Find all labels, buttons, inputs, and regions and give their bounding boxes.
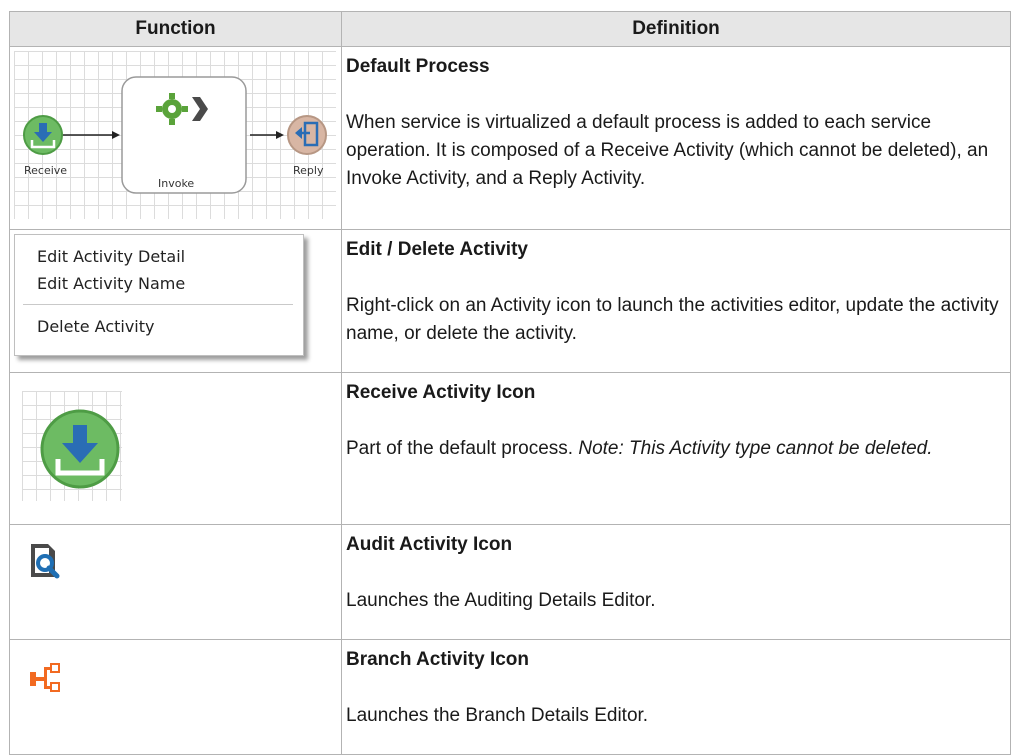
row-title: Edit / Delete Activity [346, 239, 528, 260]
reply-label: Reply [293, 164, 324, 177]
audit-activity-icon [31, 544, 60, 579]
branch-activity-icon [30, 663, 60, 692]
invoke-label: Invoke [158, 177, 195, 190]
context-menu-cell: Edit Activity Detail Edit Activity Name … [9, 229, 342, 373]
audit-icon-cell [9, 524, 342, 640]
menu-item-edit-activity-detail[interactable]: Edit Activity Detail [37, 247, 185, 266]
branch-icon-cell [9, 639, 342, 755]
audit-activity-definition: Audit Activity Icon Launches the Auditin… [341, 524, 1011, 640]
activity-context-menu: Edit Activity Detail Edit Activity Name … [14, 234, 304, 356]
edit-delete-definition: Edit / Delete Activity Right-click on an… [341, 229, 1011, 373]
default-process-definition: Default Process When service is virtuali… [341, 46, 1011, 230]
table-row: Receive Invoke Reply Default Process Whe… [9, 46, 1011, 230]
definition-column-header: Definition [341, 11, 1011, 47]
flow-arrow-receive-invoke [62, 131, 120, 139]
table-row: Edit Activity Detail Edit Activity Name … [9, 229, 1011, 373]
row-title: Receive Activity Icon [346, 382, 536, 403]
table-row: Receive Activity Icon Part of the defaul… [9, 372, 1011, 525]
row-title: Audit Activity Icon [346, 534, 513, 555]
flow-arrow-invoke-reply [250, 131, 284, 139]
row-description-text: Part of the default process. [346, 438, 574, 459]
default-process-diagram [23, 76, 327, 194]
receive-activity-definition: Receive Activity Icon Part of the defaul… [341, 372, 1011, 525]
default-process-diagram-cell: Receive Invoke Reply [9, 46, 342, 230]
menu-separator [23, 304, 293, 305]
receive-icon-cell [9, 372, 342, 525]
row-note: Note: This Activity type cannot be delet… [578, 438, 933, 459]
row-title: Branch Activity Icon [346, 649, 530, 670]
table-header-row: Function Definition [9, 11, 1011, 47]
branch-activity-definition: Branch Activity Icon Launches the Branch… [341, 639, 1011, 755]
menu-item-delete-activity[interactable]: Delete Activity [37, 317, 155, 336]
invoke-activity-box [121, 76, 247, 194]
receive-activity-large-icon [40, 409, 120, 489]
row-description: Launches the Branch Details Editor. [346, 705, 649, 726]
row-title: Default Process [346, 56, 490, 77]
row-description: Launches the Auditing Details Editor. [346, 590, 656, 611]
reply-activity-icon [287, 115, 327, 155]
function-definition-table: Function Definition Receive Invoke Reply… [9, 11, 1011, 755]
row-description: Part of the default process. Note: This … [346, 435, 1006, 463]
row-description: When service is virtualized a default pr… [346, 112, 989, 189]
receive-activity-icon [23, 115, 63, 155]
table-row: Audit Activity Icon Launches the Auditin… [9, 524, 1011, 640]
row-description: Right-click on an Activity icon to launc… [346, 295, 999, 344]
function-column-header: Function [9, 11, 342, 47]
menu-item-edit-activity-name[interactable]: Edit Activity Name [37, 274, 185, 293]
table-row: Branch Activity Icon Launches the Branch… [9, 639, 1011, 755]
receive-label: Receive [24, 164, 68, 177]
